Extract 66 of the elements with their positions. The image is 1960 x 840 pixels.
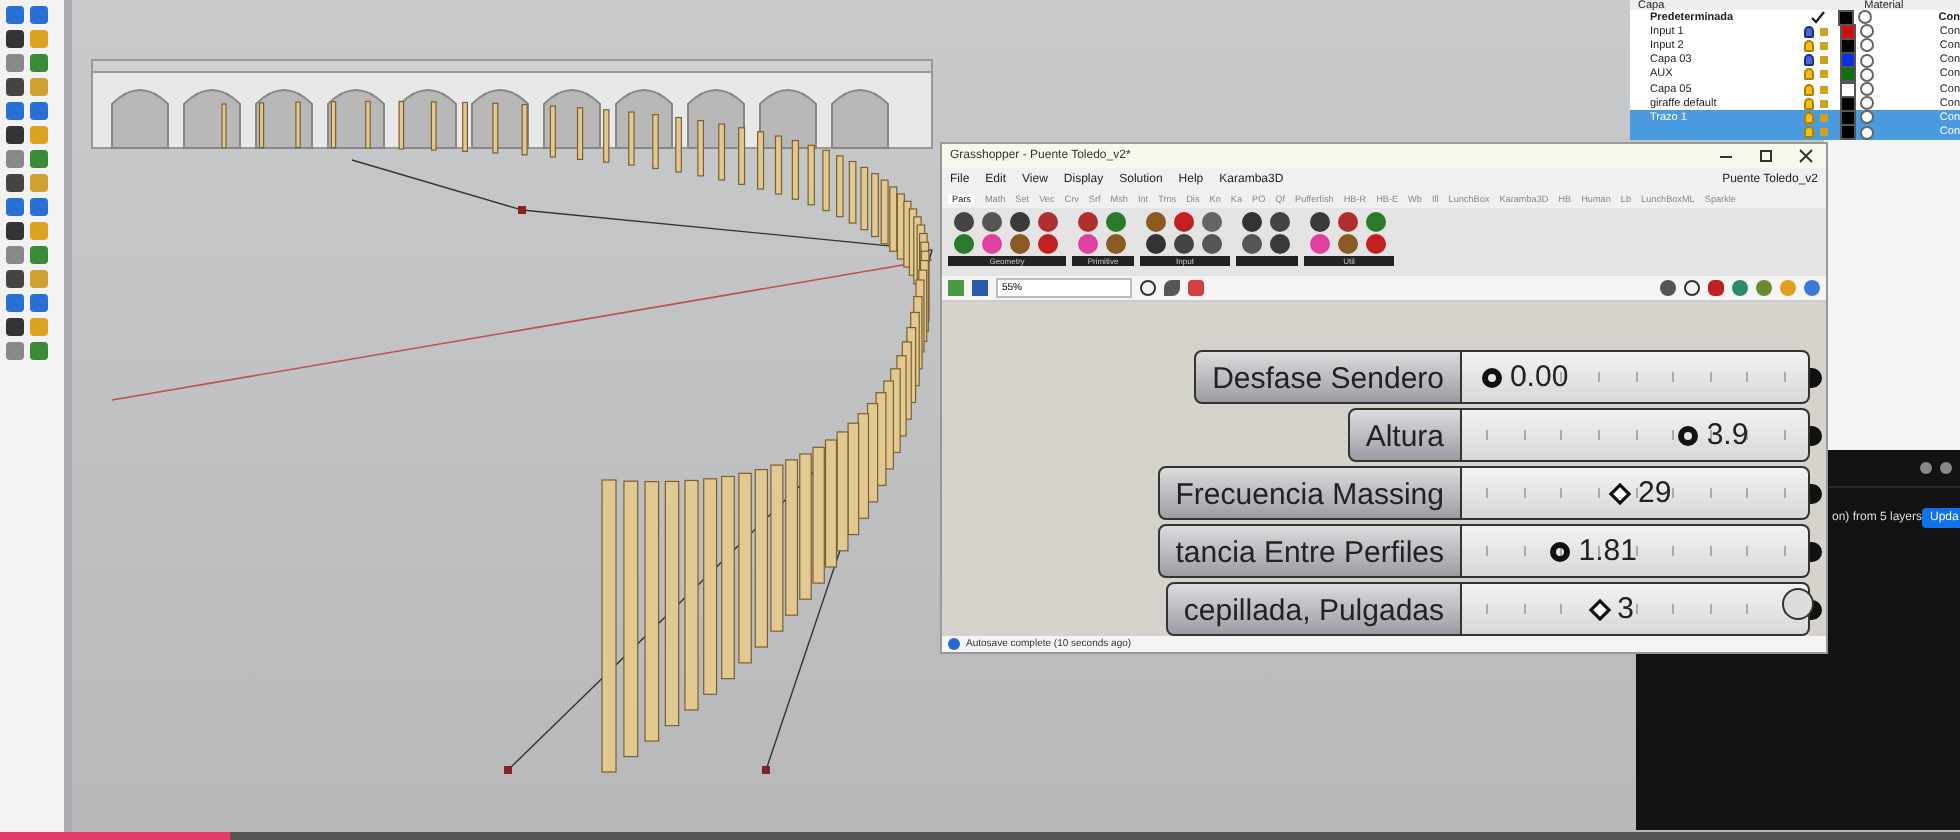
info-icon [948,638,960,651]
solver-icon[interactable] [1708,279,1724,296]
slider-value: 1.81 [1578,534,1637,569]
globe-icon[interactable] [1804,279,1820,296]
component-icon[interactable] [1146,211,1166,232]
component-icon[interactable] [1366,211,1386,232]
component-icon[interactable] [954,233,974,254]
number-slider[interactable]: 0.00 [1462,350,1810,405]
number-slider[interactable]: 29 [1462,466,1810,521]
slider-grip[interactable] [1550,542,1571,563]
output-port[interactable] [1810,367,1822,388]
slider-value: 29 [1638,476,1672,511]
slider-value: 3.9 [1706,418,1749,453]
component-icon[interactable] [1038,233,1058,254]
component-icon[interactable] [1338,211,1358,232]
component-icon[interactable] [1106,233,1126,254]
save-icon[interactable] [972,279,988,296]
component-icon[interactable] [1146,233,1166,254]
slider-value: 0.00 [1509,360,1569,395]
slider-grip[interactable] [1481,368,1502,389]
component-icon[interactable] [1270,233,1290,254]
output-port[interactable] [1810,541,1822,562]
component-icon[interactable] [1270,211,1290,232]
info-icon[interactable] [1920,462,1932,474]
output-port[interactable] [1810,483,1822,504]
slider-label[interactable]: Altura [1347,408,1462,463]
number-slider[interactable]: 3 [1462,582,1810,637]
component-icon[interactable] [1202,211,1222,232]
component-icon[interactable] [954,211,974,232]
chat-icon[interactable] [1940,462,1952,474]
file-icon[interactable] [948,279,964,296]
color-swatch[interactable] [1839,124,1856,140]
number-slider[interactable]: 1.81 [1462,524,1810,579]
video-progress-track[interactable] [0,832,1960,840]
component-icon[interactable] [1202,233,1222,254]
slider-label[interactable]: Frecuencia Massing [1157,466,1462,521]
focus-icon[interactable] [1140,279,1156,296]
slider-grip[interactable] [1587,598,1611,622]
slider-label[interactable]: cepillada, Pulgadas [1165,582,1462,637]
preview-icon[interactable] [1660,279,1676,296]
component-icon[interactable] [1038,211,1058,232]
bulb-icon[interactable] [1803,54,1814,67]
color-swatch[interactable] [1839,66,1856,83]
bulb-icon[interactable] [1803,25,1814,38]
component-icon[interactable] [1174,233,1194,254]
component-icon[interactable] [1242,233,1262,254]
component-icon[interactable] [1010,233,1030,254]
component-icon[interactable] [1174,211,1194,232]
component-icon[interactable] [1338,233,1358,254]
number-slider[interactable]: 3.9 [1462,408,1810,463]
slider-grip[interactable] [1608,482,1632,506]
group-bar[interactable] [1236,255,1298,266]
output-port[interactable] [1810,425,1822,446]
component-icon[interactable] [1106,211,1126,232]
slider-label[interactable]: Desfase Sendero [1194,350,1462,405]
component-icon[interactable] [1242,211,1262,232]
brush-icon[interactable] [1188,279,1204,296]
component-icon[interactable] [1010,211,1030,232]
slider-grip[interactable] [1678,426,1699,447]
component-icon[interactable] [1310,211,1330,232]
component-icon[interactable] [1078,211,1098,232]
component-icon[interactable] [982,211,1002,232]
disable-icon[interactable] [1684,279,1700,296]
slider-value: 3 [1617,592,1634,627]
slider-label[interactable]: tancia Entre Perfiles [1157,524,1462,579]
component-icon[interactable] [1366,233,1386,254]
